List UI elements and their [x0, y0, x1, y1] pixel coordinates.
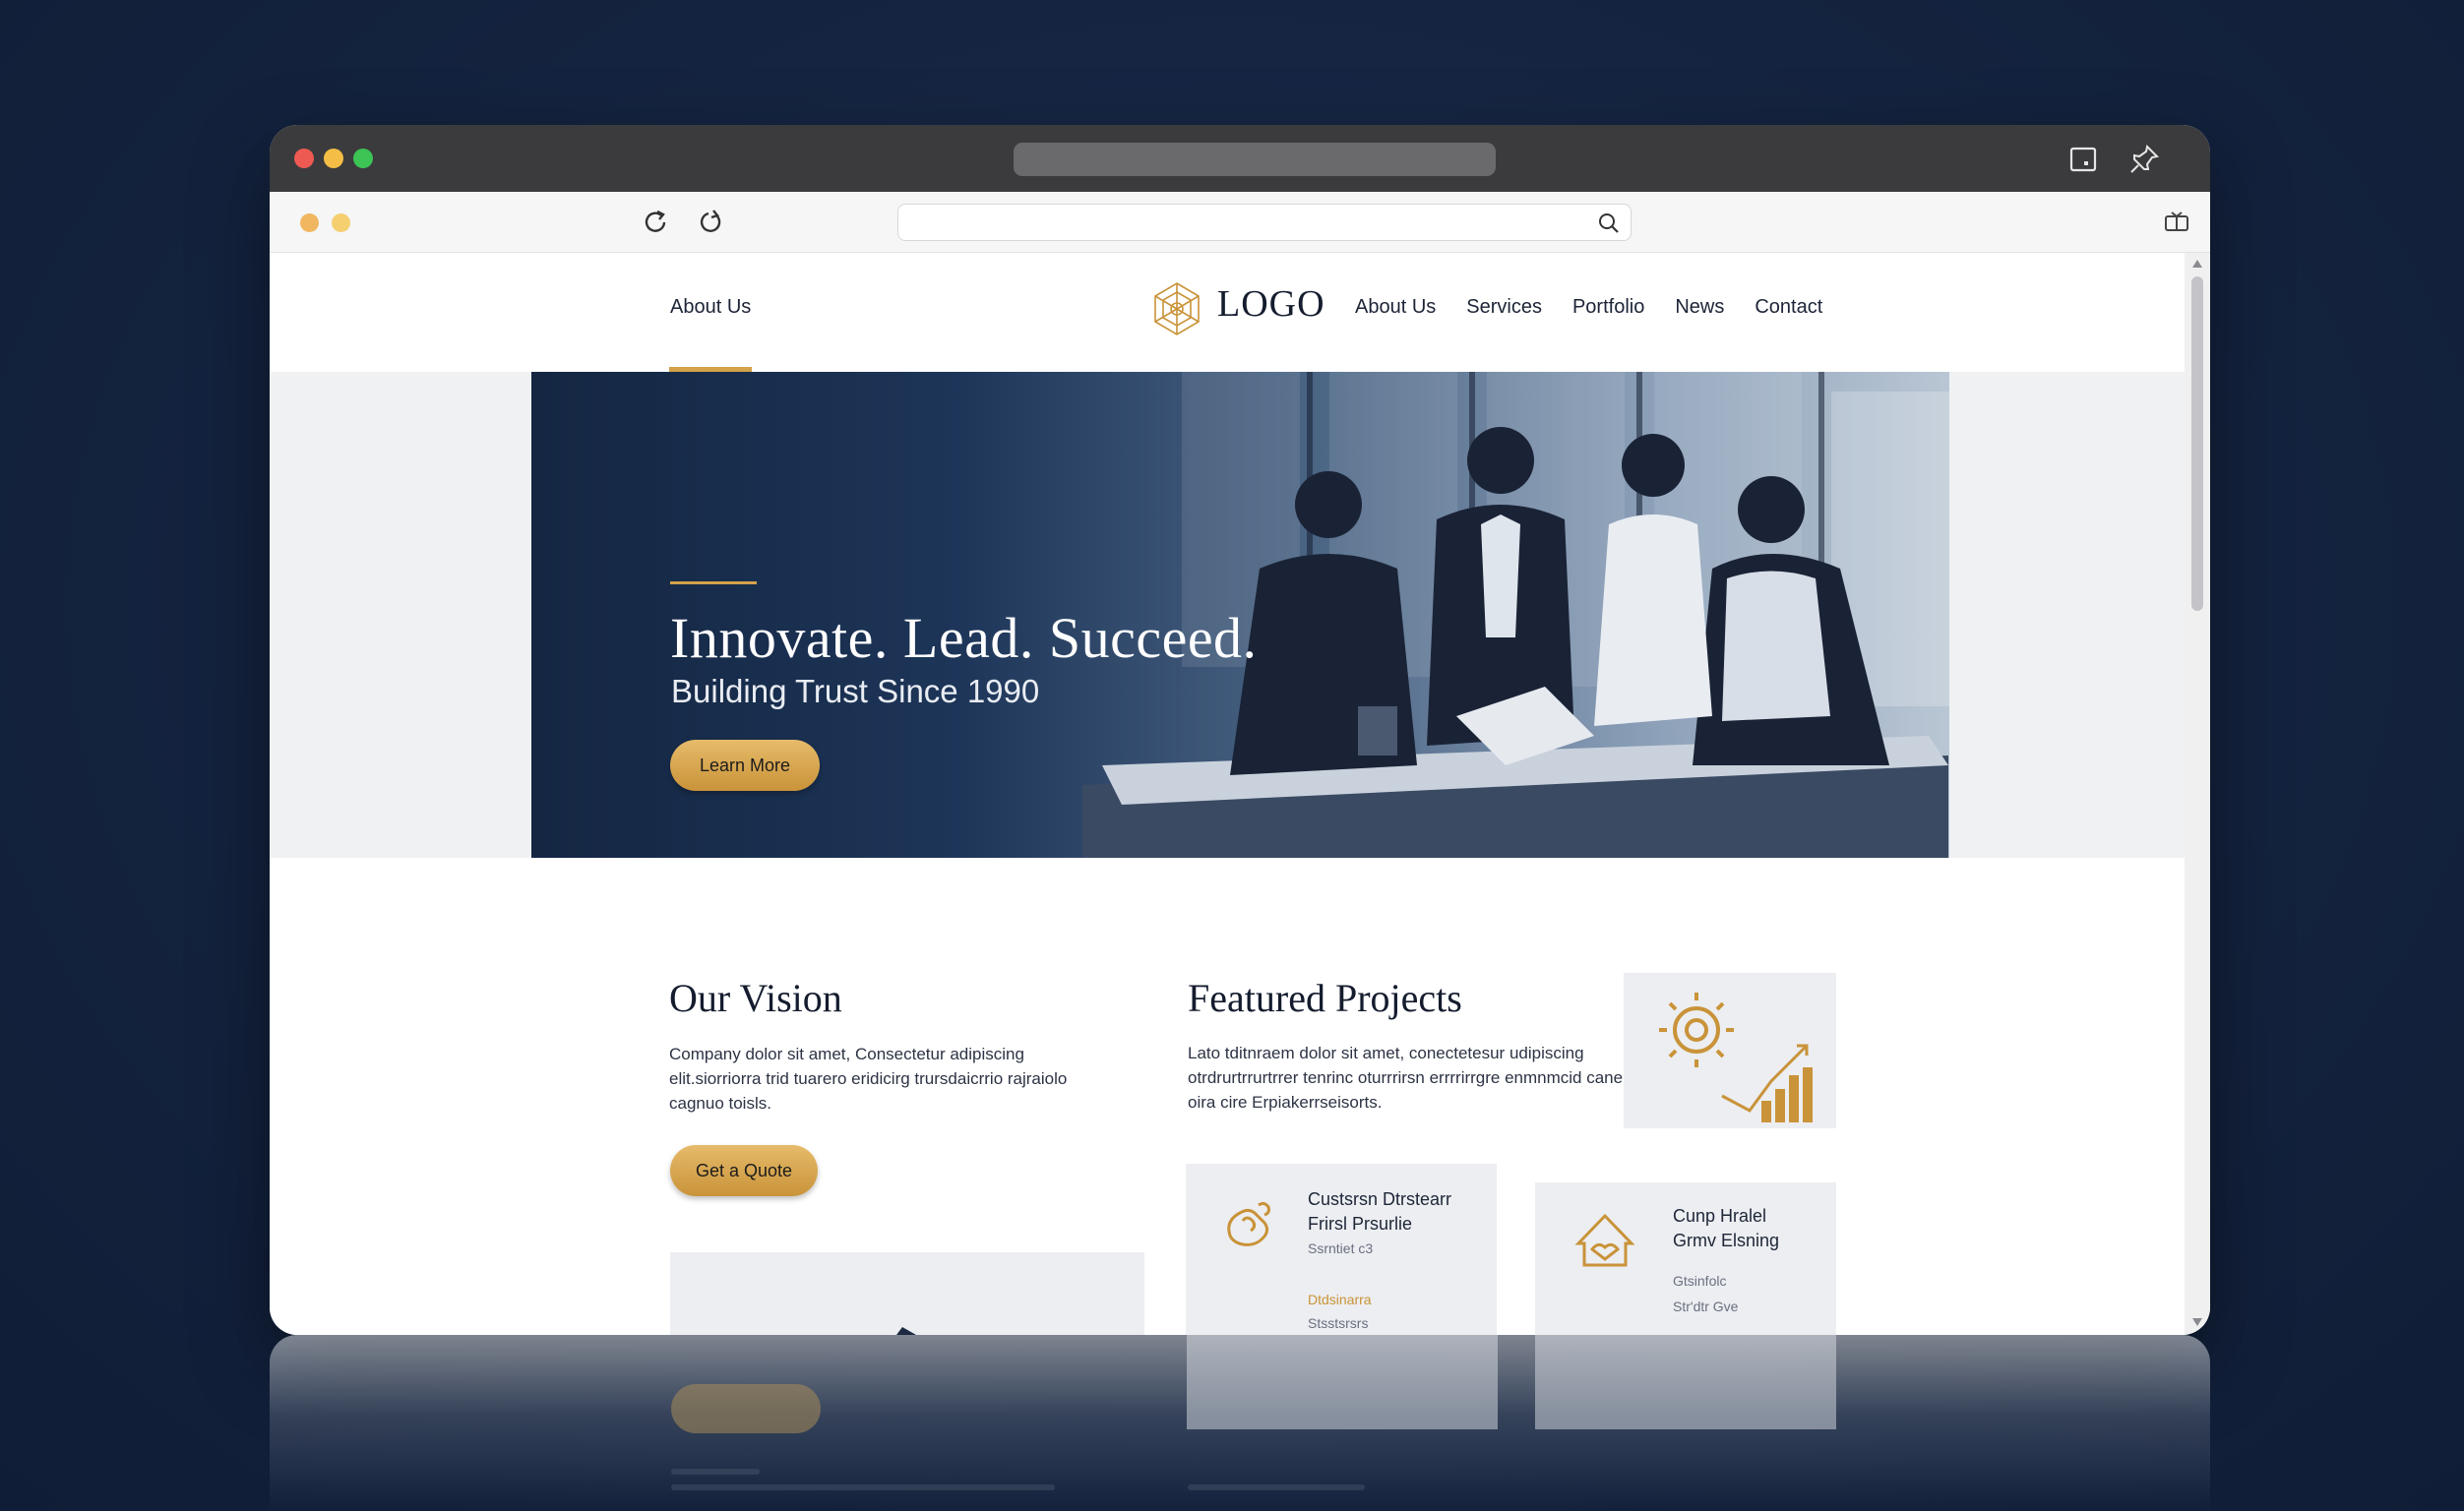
vertical-scrollbar[interactable] — [2185, 253, 2210, 1335]
toolbar-dot-orange[interactable] — [300, 213, 319, 232]
pin-icon[interactable] — [2127, 143, 2161, 176]
search-icon[interactable] — [1595, 210, 1623, 237]
project-card-meta: Str'dtr Gve — [1673, 1299, 1739, 1314]
logo-text[interactable]: LOGO — [1217, 282, 1325, 326]
reflected-card — [1187, 1335, 1498, 1429]
learn-more-button[interactable]: Learn More — [670, 740, 820, 791]
window-reflection — [270, 1335, 2210, 1511]
hero-title: Innovate. Lead. Succeed. — [670, 606, 1258, 670]
share-icon[interactable] — [2161, 207, 2192, 238]
close-window-button[interactable] — [294, 149, 314, 168]
growth-chart-card[interactable] — [1624, 973, 1836, 1128]
reflected-card — [1535, 1335, 1836, 1429]
projects-body-line: Lato tditnraem dolor sit amet, conectete… — [1188, 1044, 1584, 1062]
project-card-title-line: Frirsl Prsurlie — [1308, 1214, 1412, 1234]
scrollbar-thumb[interactable] — [2191, 276, 2203, 611]
projects-body: Lato tditnraem dolor sit amet, conectete… — [1188, 1041, 1624, 1115]
toolbar-dot-yellow[interactable] — [332, 213, 350, 232]
project-card-title: Cunp Hralel Grmv Elsning — [1673, 1204, 1779, 1253]
hero-banner: Innovate. Lead. Succeed. Building Trust … — [531, 372, 1949, 858]
refresh-icon[interactable] — [695, 207, 726, 238]
reflected-text-line — [671, 1469, 760, 1475]
project-card-meta: Ssrntiet c3 — [1308, 1240, 1374, 1256]
nav-link-portfolio[interactable]: Portfolio — [1572, 296, 1644, 319]
address-bar[interactable] — [897, 204, 1632, 241]
minimize-window-button[interactable] — [324, 149, 343, 168]
scroll-down-arrow-icon[interactable] — [2190, 1315, 2204, 1329]
reflected-text-line — [671, 1484, 1055, 1490]
nav-about-us-active[interactable]: About Us — [670, 296, 751, 319]
house-hand-icon — [1574, 1213, 1635, 1267]
browser-toolbar — [270, 192, 2210, 253]
puzzle-hand-icon — [1227, 1201, 1270, 1246]
projects-body-line: otrdrurtrrurtrrer tenrinc oturrrirsn err… — [1188, 1068, 1624, 1087]
featured-projects-heading: Featured Projects — [1188, 976, 1462, 1020]
sidebar-icon[interactable] — [2066, 143, 2100, 176]
project-card[interactable]: Cunp Hralel Grmv Elsning Gtsinfolc Str'd… — [1535, 1182, 1836, 1335]
project-card[interactable]: Custsrsn Dtrstearr Frirsl Prsurlie Ssrnt… — [1186, 1164, 1497, 1335]
projects-body-line: oira cire Erpiakerrseisorts. — [1188, 1093, 1383, 1112]
get-a-quote-button[interactable]: Get a Quote — [670, 1145, 818, 1196]
vision-body-line: cagnuo toisls. — [669, 1094, 771, 1113]
project-card-tag[interactable]: Dtdsinarra — [1308, 1292, 1372, 1307]
vision-image-shape — [896, 1327, 916, 1335]
logo-icon[interactable] — [1148, 280, 1205, 337]
project-card-meta: Stsstsrsrs — [1308, 1315, 1369, 1331]
reflected-text-line — [1188, 1484, 1365, 1490]
nav-link-news[interactable]: News — [1675, 296, 1724, 319]
project-card-title: Custsrsn Dtrstearr Frirsl Prsurlie — [1308, 1187, 1451, 1237]
title-bar — [270, 125, 2210, 192]
scroll-up-arrow-icon[interactable] — [2190, 257, 2204, 271]
project-card-meta: Gtsinfolc — [1673, 1273, 1727, 1289]
project-card-title-line: Custsrsn Dtrstearr — [1308, 1189, 1452, 1209]
maximize-window-button[interactable] — [353, 149, 373, 168]
vision-image — [670, 1252, 1144, 1335]
browser-window: About Us LOGO About Us Services Portfoli… — [270, 125, 2210, 1335]
hero-gold-rule — [670, 581, 757, 584]
main-nav: About Us Services Portfolio News Contact — [1355, 296, 1822, 319]
gear-growth-chart-icon — [1659, 993, 1813, 1122]
reload-icon[interactable] — [640, 207, 671, 238]
project-card-title-line: Grmv Elsning — [1673, 1231, 1780, 1250]
nav-link-about-us[interactable]: About Us — [1355, 296, 1436, 319]
vision-body: Company dolor sit amet, Consectetur adip… — [669, 1042, 1102, 1116]
reflected-button — [671, 1384, 821, 1433]
nav-link-contact[interactable]: Contact — [1755, 296, 1822, 319]
vision-body-line: elit.siorriorra trid tuarero eridicirg t… — [669, 1069, 1068, 1088]
hero-subtitle: Building Trust Since 1990 — [671, 673, 1040, 709]
site-header: About Us LOGO About Us Services Portfoli… — [270, 253, 2185, 372]
page-viewport: About Us LOGO About Us Services Portfoli… — [270, 253, 2185, 1335]
vision-heading: Our Vision — [669, 976, 842, 1020]
nav-link-services[interactable]: Services — [1466, 296, 1542, 319]
vision-body-line: Company dolor sit amet, Consectetur adip… — [669, 1045, 1024, 1063]
project-card-title-line: Cunp Hralel — [1673, 1206, 1767, 1226]
title-url-pill[interactable] — [1014, 143, 1496, 176]
